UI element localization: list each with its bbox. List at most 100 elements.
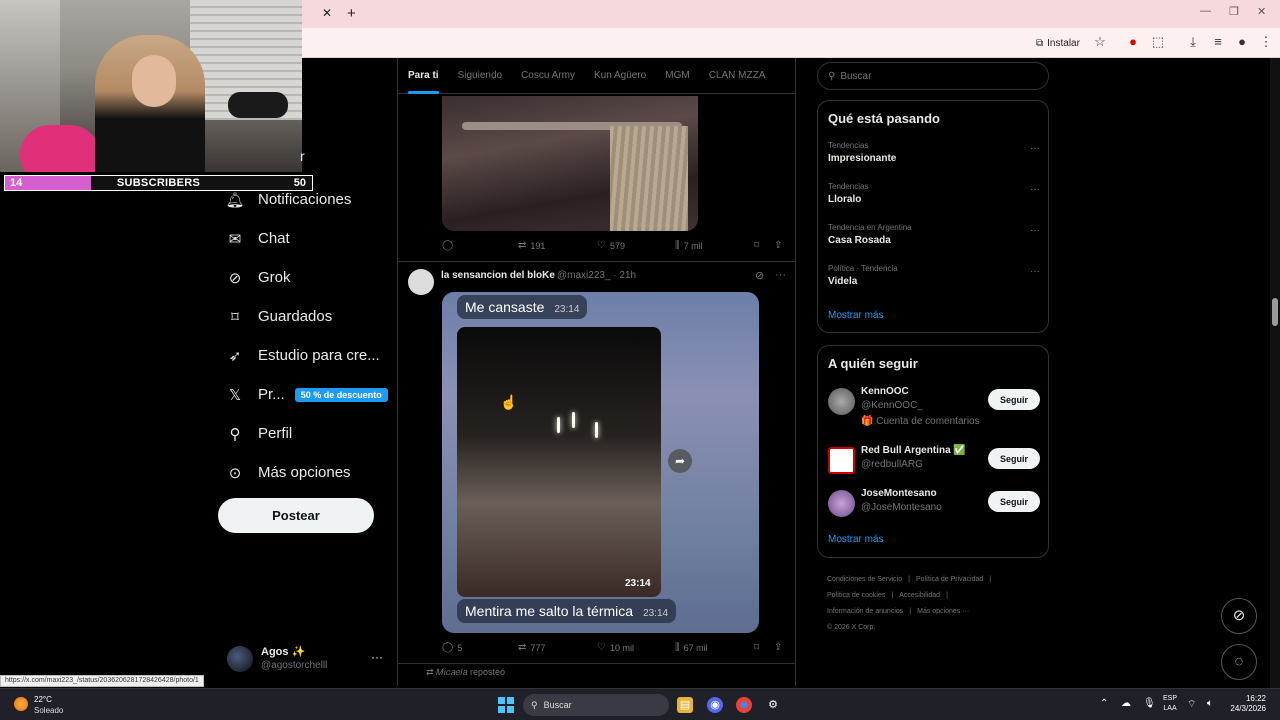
more-icon[interactable]: ··· [1030,184,1040,195]
close-window-icon[interactable]: ✕ [1257,5,1266,18]
nav-premium[interactable]: 𝕏 Pr... 50 % de descuento [222,375,392,414]
reply-button[interactable]: ◯ [442,240,453,251]
microphone-icon[interactable]: 🎙︎ [1143,698,1156,709]
browser-menu-icon[interactable]: ⋮ [1258,34,1274,50]
follow-button[interactable]: Seguir [988,448,1040,469]
like-button[interactable]: ♡ 579 [597,240,625,251]
language-indicator[interactable]: ESP LAA [1163,694,1177,714]
tab-close-icon[interactable]: ✕ [322,6,332,20]
bookmark-icon: ⌑ [754,240,760,251]
search-input[interactable] [840,70,1021,82]
discord-icon[interactable]: ◉ [707,697,723,713]
tab-kun-aguero[interactable]: Kun Agüero [594,58,646,94]
messages-floating-button[interactable]: ◌ [1221,644,1257,680]
bookmark-star-icon[interactable]: ☆ [1092,34,1108,50]
avatar [828,388,855,415]
repost-button[interactable]: ⇄ 191 [518,240,545,251]
post-author-handle[interactable]: @maxi223_ · 21h [557,270,636,281]
show-more-link[interactable]: Mostrar más [828,534,884,545]
maximize-icon[interactable]: ❐ [1229,5,1239,18]
views-button[interactable]: ⫼ 67 mil [675,642,708,653]
trend-item[interactable]: Política · Tendencia Videla ··· [828,264,1040,298]
file-explorer-icon[interactable]: ▤ [677,697,693,713]
weather-description[interactable]: Soleado [34,706,63,715]
nav-mas-opciones[interactable]: ⊙ Más opciones [222,453,392,492]
nav-perfil[interactable]: ⚲ Perfil [222,414,392,453]
grok-floating-button[interactable]: ⊘ [1221,598,1257,634]
avatar[interactable] [408,269,434,295]
repost-button[interactable]: ⇄ 777 [518,642,545,653]
footer-link[interactable]: Accesibilidad [899,592,940,599]
minimize-icon[interactable]: — [1200,5,1211,17]
like-button[interactable]: ♡ 10 mil [597,642,634,653]
reply-button[interactable]: ◯ 5 [442,642,462,653]
follow-suggestion[interactable]: Red Bull Argentina ✅ @redbullARG Seguir [828,443,1040,483]
share-icon: ⇪ [774,240,783,251]
nav-chat[interactable]: ✉ Chat [222,219,392,258]
tab-mgm[interactable]: MGM [665,58,689,94]
post-button[interactable]: Postear [218,498,374,533]
footer-link[interactable]: Política de Privacidad [916,576,983,583]
grok-icon[interactable]: ⊘ [755,269,764,282]
new-tab-button[interactable]: + [347,5,356,22]
download-icon[interactable]: ⤓ [1185,34,1201,50]
share-icon: ⇪ [774,642,783,653]
scroll-thumb[interactable] [1272,298,1278,326]
bookmark-button[interactable]: ⌑ [754,642,759,653]
chrome-icon[interactable] [736,697,752,713]
more-icon[interactable]: ··· [1030,266,1040,277]
wifi-icon[interactable]: ⌔ [1187,698,1196,711]
follow-button[interactable]: Seguir [988,389,1040,410]
trend-item[interactable]: Tendencias Lloralo ··· [828,182,1040,216]
start-button[interactable] [498,697,514,713]
tab-coscu-army[interactable]: Coscu Army [521,58,575,94]
share-button[interactable]: ⇪ [774,642,782,653]
scrollbar[interactable] [1270,58,1280,688]
trend-item[interactable]: Tendencia en Argentina Casa Rosada ··· [828,223,1040,257]
keyboard-layout: LAA [1163,705,1177,712]
post-media-image[interactable]: Me cansaste 23:14 23:14 ➦ Mentira me salt… [442,292,759,633]
weather-temperature[interactable]: 22°C [34,695,52,704]
tray-expand-icon[interactable]: ⌃ [1100,698,1108,709]
footer-link[interactable]: Información de anuncios [827,608,903,615]
tab-siguiendo[interactable]: Siguiendo [458,58,502,94]
extension-opera-icon[interactable]: ● [1125,34,1141,49]
sun-icon[interactable] [14,697,28,711]
profile-avatar-icon[interactable]: ● [1234,34,1250,49]
like-count: 10 mil [609,642,634,653]
clock[interactable]: 16:22 24/3/2026 [1224,694,1266,714]
media-control-icon[interactable]: ≡ [1210,34,1226,49]
nav-grok[interactable]: ⊘ Grok [222,258,392,297]
follow-suggestion[interactable]: KennOOC @KennOOC_ 🎁 Cuenta de comentario… [828,384,1040,427]
nav-notificaciones[interactable]: 🔔︎ Notificaciones [222,180,392,219]
footer-link[interactable]: Política de cookies [827,592,885,599]
more-icon[interactable]: ··· [371,650,383,664]
cloud-icon[interactable]: ☁ [1121,698,1131,709]
follow-suggestion[interactable]: JoseMontesano @JoseMontesano Seguir [828,486,1040,526]
taskbar-search[interactable]: ⚲ Buscar [523,694,669,716]
install-app-button[interactable]: ⧉ Instalar [1030,33,1086,53]
post-media-image[interactable] [442,96,698,231]
view-count: 7 mil [683,240,703,251]
volume-icon[interactable]: 🔈︎ [1207,698,1213,709]
post-author-name[interactable]: la sensancion del bloKe [441,270,555,281]
views-button[interactable]: ⫼ 7 mil [675,240,703,251]
tab-para-ti[interactable]: Para ti [408,58,439,94]
more-icon[interactable]: ··· [775,269,786,281]
more-icon[interactable]: ··· [1030,225,1040,236]
account-switcher[interactable]: Agos ✨ @agostorchelll ··· [227,644,387,678]
footer-link[interactable]: Más opciones ··· [917,608,969,615]
share-button[interactable]: ⇪ [774,240,782,251]
more-icon[interactable]: ··· [1030,143,1040,154]
tab-clan-mzza[interactable]: CLAN MZZA [709,58,766,94]
footer-link[interactable]: Condiciones de Servicio [827,576,902,583]
settings-icon[interactable]: ⚙ [765,697,781,713]
bookmark-button[interactable]: ⌑ [754,240,759,251]
follow-button[interactable]: Seguir [988,491,1040,512]
search-box[interactable]: ⚲ [817,62,1049,90]
trend-item[interactable]: Tendencias Impresionante ··· [828,141,1040,175]
nav-guardados[interactable]: ⌑ Guardados [222,297,392,336]
nav-estudio[interactable]: ➶ Estudio para cre... [222,336,392,375]
show-more-link[interactable]: Mostrar más [828,310,884,321]
extensions-icon[interactable]: ⬚ [1150,34,1166,50]
